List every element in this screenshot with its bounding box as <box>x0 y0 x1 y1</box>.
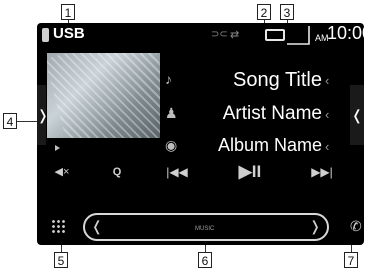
mute-icon[interactable]: ◀× <box>47 157 77 187</box>
swipe-left-chevron[interactable]: ❬ <box>91 218 103 235</box>
callout-4-leader <box>17 121 37 122</box>
artist-icon: ♟ <box>165 105 178 121</box>
callout-6: 6 <box>198 252 212 268</box>
album-name: Album Name <box>217 135 322 155</box>
song-title: Song Title <box>233 69 322 91</box>
play-pause-icon[interactable]: ▶II <box>227 157 273 187</box>
next-track-icon[interactable]: ▶▶| <box>302 157 342 187</box>
album-artwork[interactable] <box>47 53 160 138</box>
artist-name: Artist Name <box>222 103 322 124</box>
clock: 10:00 <box>327 23 364 43</box>
device-screen: USB ⊃⊂ ⇄ AM 10:00 ❭ ❬ ♪ ♟ ◉ Song Title A… <box>37 23 364 245</box>
shuffle-icon: ⇄ <box>230 29 240 41</box>
playback-controls: ◀× Q |◀◀ ▶II ▶▶| <box>47 157 352 187</box>
music-note-icon: ♪ <box>165 71 172 87</box>
play-status-icon <box>55 145 60 151</box>
callout-7: 7 <box>344 252 358 268</box>
swipe-right-chevron[interactable]: ❭ <box>309 218 321 235</box>
artist-scroll-chevron[interactable]: ‹ <box>325 107 329 122</box>
previous-track-icon[interactable]: |◀◀ <box>157 157 197 187</box>
right-panel-tab[interactable]: ❬ <box>350 85 364 145</box>
callout-3: 3 <box>280 4 294 20</box>
callout-4: 4 <box>3 113 17 129</box>
title-scroll-chevron[interactable]: ‹ <box>325 73 329 88</box>
album-scroll-chevron[interactable]: ‹ <box>325 139 329 154</box>
repeat-icon: ⊃⊂ <box>211 29 228 40</box>
signal-icon <box>287 26 310 45</box>
phone-icon[interactable]: ✆ <box>350 218 362 235</box>
callout-2: 2 <box>257 4 271 20</box>
menu-grid-icon[interactable] <box>51 219 67 235</box>
swipe-area[interactable]: ❬ MUSIC ❭ <box>83 213 329 241</box>
bottom-bar: ❬ MUSIC ❭ ✆ <box>37 207 364 245</box>
callout-1: 1 <box>61 4 75 20</box>
callout-5: 5 <box>54 252 68 268</box>
search-icon[interactable]: Q <box>102 157 132 187</box>
status-bar: USB ⊃⊂ ⇄ AM 10:00 <box>37 23 364 47</box>
left-panel-tab[interactable]: ❭ <box>37 85 49 145</box>
swipe-label: MUSIC <box>195 226 215 232</box>
album-icon: ◉ <box>165 137 178 153</box>
usb-icon <box>42 28 49 42</box>
battery-icon <box>265 29 285 41</box>
source-label[interactable]: USB <box>53 25 85 42</box>
